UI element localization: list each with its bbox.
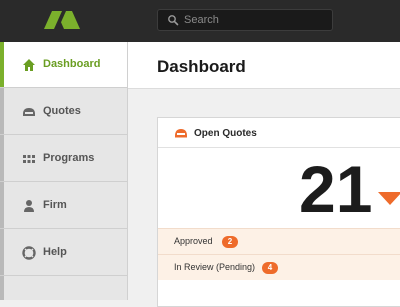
sidebar-item-quotes[interactable]: Quotes (0, 89, 127, 135)
page-title: Dashboard (157, 57, 246, 76)
sidebar-item-label: Quotes (43, 105, 81, 117)
count-badge: 2 (222, 236, 238, 248)
status-label: In Review (Pending) (174, 262, 256, 272)
main-content: Dashboard Open Quotes 21 Approved 2 In R… (128, 42, 400, 307)
panel-title: Open Quotes (194, 128, 257, 139)
list-item[interactable]: In Review (Pending) 4 (158, 254, 400, 280)
sidebar-item-label: Help (43, 246, 67, 258)
lifebuoy-icon (22, 246, 36, 260)
list-item[interactable]: Approved 2 (158, 228, 400, 254)
quotes-icon (23, 108, 35, 116)
search-input[interactable] (184, 10, 328, 30)
sidebar-item-help[interactable]: Help (0, 230, 127, 276)
search-icon (168, 15, 179, 26)
logo-icon[interactable] (42, 11, 82, 29)
search-box[interactable] (157, 9, 333, 31)
status-list: Approved 2 In Review (Pending) 4 (158, 228, 400, 280)
home-icon (23, 59, 35, 71)
sidebar-item-programs[interactable]: Programs (0, 136, 127, 182)
quotes-icon (175, 129, 187, 138)
sidebar-item-label: Dashboard (43, 58, 101, 70)
status-label: Approved (174, 236, 213, 246)
sidebar-item-dashboard[interactable]: Dashboard (0, 42, 127, 88)
panel-header: Open Quotes (158, 118, 400, 148)
page-header: Dashboard (128, 42, 400, 89)
trend-down-icon (378, 192, 400, 205)
person-icon (24, 200, 34, 212)
count-badge: 4 (262, 262, 278, 274)
grid-icon (23, 155, 35, 163)
sidebar-item-firm[interactable]: Firm (0, 183, 127, 229)
top-bar (0, 0, 400, 42)
sidebar: Dashboard Quotes Programs Firm Help (0, 42, 128, 300)
sidebar-item-label: Firm (43, 199, 67, 211)
sidebar-item-label: Programs (43, 152, 95, 164)
open-quotes-panel: Open Quotes 21 Approved 2 In Review (Pen… (157, 117, 400, 307)
open-quotes-count: 21 (299, 152, 373, 226)
